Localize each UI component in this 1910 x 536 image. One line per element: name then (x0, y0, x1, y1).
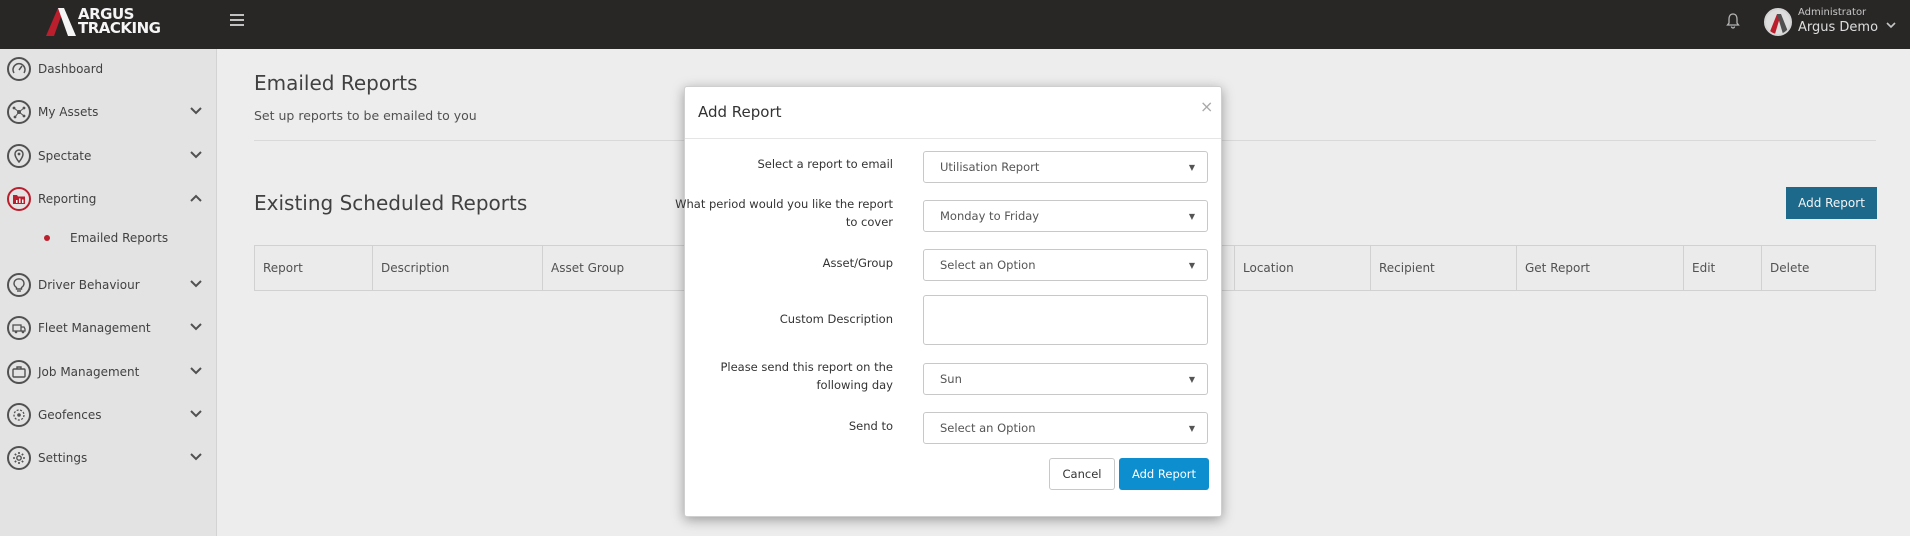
custom-description-field[interactable] (923, 295, 1208, 345)
modal-title: Add Report (698, 103, 782, 121)
report-select-label: Select a report to email (757, 157, 893, 171)
caret-down-icon: ▼ (1188, 212, 1195, 221)
send-to-select[interactable]: Select an Option ▼ (923, 412, 1208, 444)
caret-down-icon: ▼ (1188, 424, 1195, 433)
period-select-label: What period would you like the report to… (675, 197, 893, 229)
asset-group-select[interactable]: Select an Option ▼ (923, 249, 1208, 281)
caret-down-icon: ▼ (1188, 163, 1195, 172)
custom-description-label: Custom Description (779, 312, 893, 326)
add-report-modal: Add Report × Select a report to email Ut… (675, 86, 1222, 517)
send-to-label: Send to (848, 419, 893, 433)
divider (685, 138, 1221, 139)
caret-down-icon: ▼ (1188, 375, 1195, 384)
report-select[interactable]: Utilisation Report ▼ (923, 151, 1208, 183)
send-day-label: Please send this report on the following… (720, 360, 893, 392)
submit-add-report-button[interactable]: Add Report (1119, 458, 1209, 490)
cancel-button[interactable]: Cancel (1049, 458, 1115, 490)
close-icon[interactable]: × (1200, 97, 1213, 116)
period-select[interactable]: Monday to Friday ▼ (923, 200, 1208, 232)
asset-group-label: Asset/Group (822, 256, 893, 270)
caret-down-icon: ▼ (1188, 261, 1195, 270)
send-day-select[interactable]: Sun ▼ (923, 363, 1208, 395)
